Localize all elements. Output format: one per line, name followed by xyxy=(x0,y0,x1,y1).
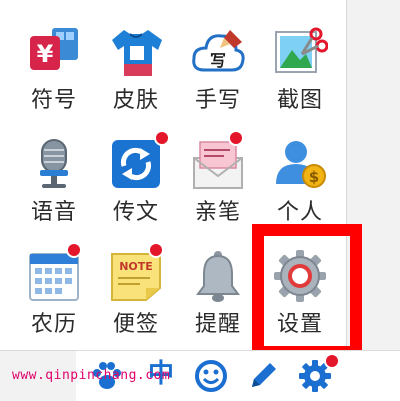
notification-badge xyxy=(154,130,170,146)
menu-item-label: 设置 xyxy=(276,312,323,337)
menu-item-screenshot[interactable]: 截图 xyxy=(260,6,340,116)
tshirt-skin-icon xyxy=(108,24,164,80)
pen-icon[interactable] xyxy=(246,359,280,393)
transfer-arrows-icon xyxy=(108,136,164,192)
menu-item-label: 农历 xyxy=(30,312,77,337)
watermark-text: www.qinpinchang.com xyxy=(12,368,171,383)
menu-item-transfer[interactable]: 传文 xyxy=(96,118,176,228)
menu-item-label: 个人 xyxy=(276,200,323,225)
smiley-icon[interactable] xyxy=(194,359,228,393)
screenshot-scissors-icon xyxy=(272,24,328,80)
handwriting-cloud-icon: 写 xyxy=(190,24,246,80)
menu-item-sticky-note[interactable]: NOTE 便签 xyxy=(96,230,176,340)
menu-item-label: 手写 xyxy=(194,88,241,113)
notification-badge xyxy=(324,353,340,369)
menu-item-handwriting[interactable]: 写 手写 xyxy=(178,6,258,116)
menu-item-label: 皮肤 xyxy=(112,88,159,113)
menu-item-personal[interactable]: $ 个人 xyxy=(260,118,340,228)
bell-icon xyxy=(190,248,246,304)
menu-item-settings[interactable]: 设置 xyxy=(260,230,340,340)
notification-badge xyxy=(66,242,82,258)
menu-item-label: 符号 xyxy=(30,88,77,113)
menu-item-label: 便签 xyxy=(112,312,159,337)
menu-item-reminder[interactable]: 提醒 xyxy=(178,230,258,340)
menu-item-lunar-calendar[interactable]: 农历 xyxy=(14,230,94,340)
svg-text:NOTE: NOTE xyxy=(119,260,153,273)
svg-text:$: $ xyxy=(309,168,319,186)
menu-item-label: 亲笔 xyxy=(194,200,241,225)
menu-item-voice[interactable]: 语音 xyxy=(14,118,94,228)
gear-icon xyxy=(272,248,328,304)
notification-badge xyxy=(148,242,164,258)
menu-item-handletter[interactable]: 亲笔 xyxy=(178,118,258,228)
menu-item-label: 截图 xyxy=(276,88,323,113)
menu-item-skin[interactable]: 皮肤 xyxy=(96,6,176,116)
user-coin-icon: $ xyxy=(272,136,328,192)
notification-badge xyxy=(228,130,244,146)
symbol-keyboard-icon: ¥ xyxy=(26,24,82,80)
menu-item-symbol[interactable]: ¥ 符号 xyxy=(14,6,94,116)
menu-item-label: 传文 xyxy=(112,200,159,225)
svg-text:写: 写 xyxy=(210,51,226,70)
microphone-icon xyxy=(26,136,82,192)
tools-menu-panel: ¥ 符号 皮肤 写 手写 截图 语音 传文 亲笔 $ 个人 农历 NOTE 便签… xyxy=(0,0,347,351)
menu-item-label: 语音 xyxy=(30,200,77,225)
svg-text:¥: ¥ xyxy=(37,40,54,68)
menu-item-label: 提醒 xyxy=(194,312,241,337)
